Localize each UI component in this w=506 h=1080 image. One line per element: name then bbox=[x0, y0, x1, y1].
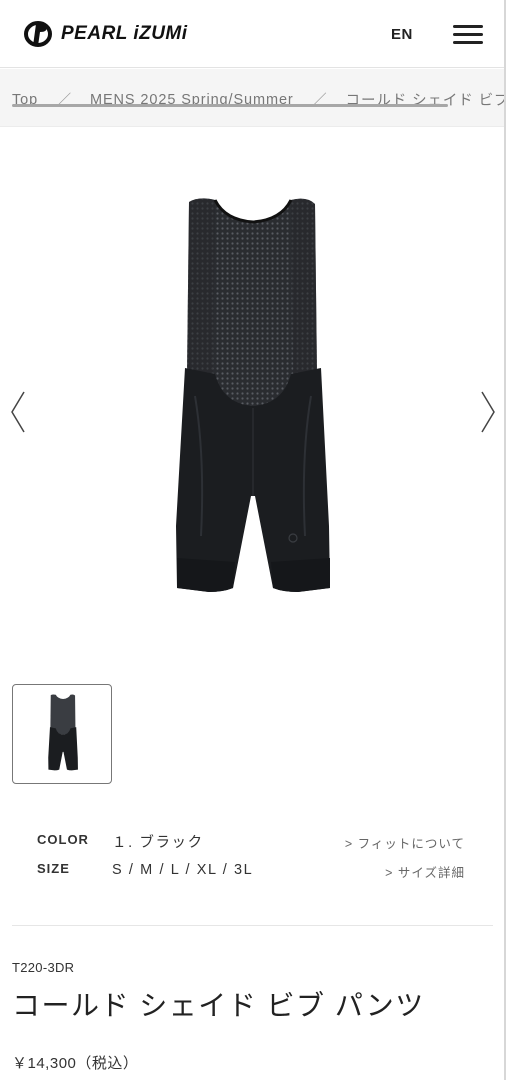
brand-wordmark: PEARL iZUMi bbox=[61, 23, 188, 44]
size-detail-link[interactable]: > サイズ詳細 bbox=[385, 862, 465, 881]
fit-info-link[interactable]: > フィットについて bbox=[345, 833, 465, 852]
size-label: SIZE bbox=[37, 861, 70, 876]
product-specs: COLOR １. ブラック > フィットについて SIZE S / M / L … bbox=[0, 820, 505, 900]
site-header: PEARL iZUMi EN bbox=[0, 0, 505, 68]
breadcrumb-scrollbar[interactable] bbox=[12, 104, 448, 107]
color-label: COLOR bbox=[37, 832, 89, 847]
hamburger-menu-icon[interactable] bbox=[453, 25, 485, 47]
chevron-right-icon[interactable] bbox=[476, 390, 498, 434]
color-value: １. ブラック bbox=[112, 835, 204, 851]
breadcrumb: Top ／ MENS 2025 Spring/Summer ／ コールド シェイ… bbox=[0, 69, 505, 127]
product-code: T220-3DR bbox=[12, 960, 75, 975]
language-switch[interactable]: EN bbox=[391, 26, 413, 43]
section-divider bbox=[12, 925, 493, 926]
pearl-izumi-logo-icon bbox=[24, 21, 52, 47]
size-value: S / M / L / XL / 3L bbox=[112, 862, 254, 878]
product-title: コールド シェイド ビブ パンツ bbox=[12, 990, 425, 1021]
product-image bbox=[176, 198, 330, 592]
thumbnail-image bbox=[48, 694, 78, 771]
product-gallery bbox=[0, 128, 505, 678]
chevron-left-icon[interactable] bbox=[8, 390, 30, 434]
brand-logo[interactable]: PEARL iZUMi bbox=[24, 20, 188, 48]
product-thumbnail[interactable] bbox=[12, 684, 112, 784]
product-price: ￥14,300（税込） bbox=[12, 1055, 139, 1072]
